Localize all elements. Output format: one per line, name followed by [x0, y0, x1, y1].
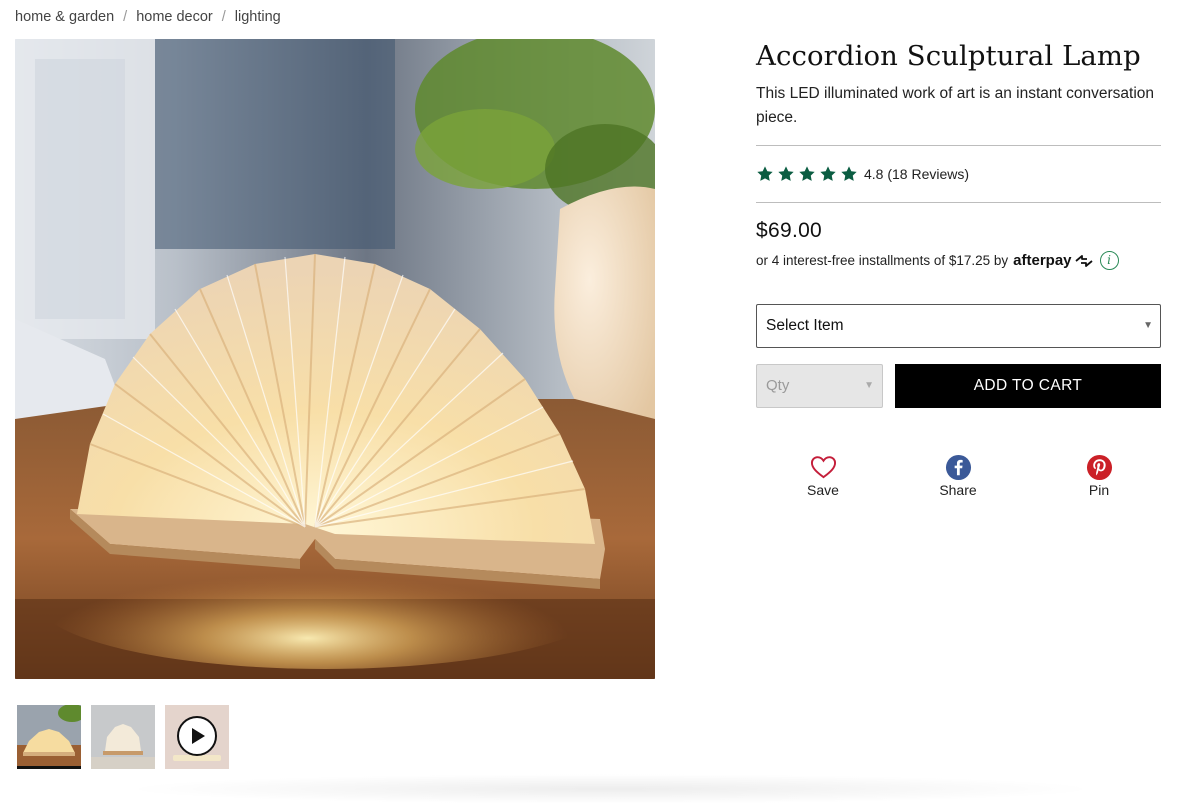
afterpay-name: afterpay — [1013, 252, 1072, 269]
item-select[interactable]: Select Item ▼ — [756, 304, 1161, 348]
rating-summary[interactable]: 4.8 (18 Reviews) — [756, 146, 1161, 202]
page-fold-shadow — [120, 774, 1101, 804]
star-icon — [757, 166, 773, 181]
installments-text: or 4 interest-free installments of $17.2… — [756, 253, 1009, 268]
product-price: $69.00 — [756, 219, 823, 242]
breadcrumb-home-garden[interactable]: home & garden — [15, 9, 114, 25]
save-label: Save — [807, 482, 839, 498]
facebook-icon — [945, 454, 971, 481]
product-main-image[interactable] — [15, 39, 655, 679]
divider — [756, 202, 1161, 203]
breadcrumb-separator: / — [221, 9, 226, 25]
pinterest-icon — [1086, 454, 1112, 481]
installments-info: or 4 interest-free installments of $17.2… — [756, 251, 1161, 270]
star-icon — [820, 166, 836, 181]
share-button[interactable]: Share — [918, 454, 998, 498]
breadcrumb-separator: / — [123, 9, 128, 25]
add-to-cart-button[interactable]: ADD TO CART — [895, 364, 1161, 408]
breadcrumb-lighting[interactable]: lighting — [235, 9, 281, 25]
thumbnail-lamp-side-view[interactable] — [91, 705, 155, 769]
afterpay-arrows-icon — [1074, 254, 1093, 267]
info-icon[interactable]: i — [1099, 251, 1119, 270]
breadcrumb-home-decor[interactable]: home decor — [136, 9, 213, 25]
product-info: Accordion Sculptural Lamp This LED illum… — [756, 40, 1161, 270]
product-title: Accordion Sculptural Lamp — [756, 40, 1141, 72]
afterpay-logo: afterpay — [1013, 252, 1093, 269]
social-actions: Save Share Pin — [756, 454, 1161, 504]
share-label: Share — [939, 482, 977, 498]
pin-button[interactable]: Pin — [1059, 454, 1139, 498]
pin-label: Pin — [1088, 482, 1110, 498]
star-icon — [799, 166, 815, 181]
star-icon — [841, 166, 857, 181]
dropdown-caret-icon: ▼ — [864, 380, 874, 391]
heart-icon — [810, 456, 836, 479]
thumbnail-gallery — [17, 705, 229, 769]
star-icon — [778, 166, 794, 181]
breadcrumb: home & garden / home decor / lighting — [15, 9, 281, 25]
quantity-placeholder: Qty — [766, 377, 790, 394]
thumbnail-lamp-on-desk[interactable] — [17, 705, 81, 769]
thumbnail-video[interactable] — [165, 705, 229, 769]
rating-text: 4.8 (18 Reviews) — [864, 166, 970, 182]
item-select-value: Select Item — [766, 317, 844, 334]
quantity-select[interactable]: Qty ▼ — [756, 364, 883, 408]
product-subtitle: This LED illuminated work of art is an i… — [756, 85, 1155, 126]
save-button[interactable]: Save — [783, 454, 863, 498]
dropdown-caret-icon: ▼ — [1143, 320, 1153, 331]
rating-stars — [756, 165, 858, 183]
